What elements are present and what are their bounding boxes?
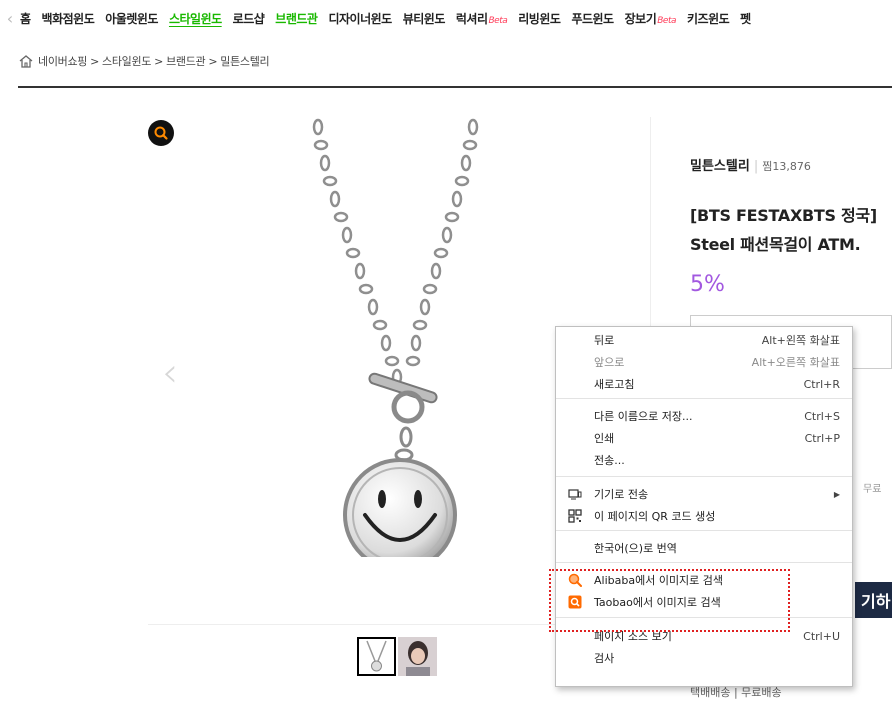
- purchase-button[interactable]: 기하: [855, 582, 892, 618]
- context-menu-shortcut: Ctrl+R: [803, 377, 840, 391]
- brand-favorite-count[interactable]: 찜13,876: [762, 160, 811, 173]
- nav-item[interactable]: 홈: [20, 10, 31, 27]
- breadcrumb-item[interactable]: 네이버쇼핑: [38, 55, 87, 68]
- beta-badge: Beta: [488, 15, 508, 26]
- context-menu-separator: [556, 398, 852, 399]
- thumbnail-model-photo[interactable]: [398, 637, 437, 676]
- lens-icon: [154, 126, 168, 140]
- header-divider: [18, 86, 892, 88]
- nav-item-label: 푸드윈도: [571, 11, 614, 26]
- nav-item-label: 아울렛윈도: [105, 11, 158, 26]
- nav-prev-icon[interactable]: ‹: [0, 9, 20, 28]
- nav-item-label: 뷰티윈도: [402, 11, 446, 26]
- breadcrumb-separator: >: [90, 55, 100, 68]
- nav-item-label: 리빙윈도: [518, 11, 561, 26]
- context-menu-item[interactable]: 기기로 전송 ▶: [556, 483, 852, 505]
- product-title-line2: Steel 패션목걸이 ATM.: [690, 235, 861, 254]
- submenu-arrow-icon: ▶: [833, 489, 840, 499]
- breadcrumb-items: 네이버쇼핑 > 스타일윈도 > 브랜드관 > 밀튼스텔리: [38, 53, 270, 69]
- context-menu-label: 뒤로: [594, 334, 615, 347]
- context-menu-separator: [556, 562, 852, 563]
- context-menu-item[interactable]: 뒤로 Alt+왼쪽 화살표: [556, 329, 852, 351]
- nav-item[interactable]: 브랜드관: [275, 10, 318, 27]
- thumbnail-necklace[interactable]: [357, 637, 396, 676]
- context-menu-label: 다른 이름으로 저장...: [594, 410, 693, 423]
- context-menu: 뒤로 Alt+왼쪽 화살표앞으로 Alt+오른쪽 화살표새로고침 Ctrl+R 다른 이…: [555, 326, 853, 687]
- necklace-product-image: [312, 118, 479, 557]
- nav-item[interactable]: 리빙윈도: [518, 10, 561, 27]
- breadcrumb-separator: >: [154, 55, 164, 68]
- nav-item[interactable]: 스타일윈도: [169, 10, 222, 27]
- breadcrumb: 네이버쇼핑 > 스타일윈도 > 브랜드관 > 밀튼스텔리: [18, 53, 270, 69]
- qr-code-icon: [568, 509, 582, 523]
- context-menu-item[interactable]: 이 페이지의 QR 코드 생성: [556, 505, 852, 527]
- context-menu-label: 이 페이지의 QR 코드 생성: [594, 510, 716, 523]
- context-menu-item[interactable]: 다른 이름으로 저장... Ctrl+S: [556, 405, 852, 427]
- benefit-text: 무료: [863, 484, 882, 495]
- home-icon[interactable]: [18, 54, 34, 68]
- nav-item-label: 백화점윈도: [41, 11, 95, 26]
- nav-item[interactable]: 푸드윈도: [571, 10, 614, 27]
- context-menu-label: 앞으로: [594, 356, 625, 369]
- image-prev-arrow-icon[interactable]: ‹: [162, 350, 178, 396]
- breadcrumb-item[interactable]: 스타일윈도: [102, 55, 151, 68]
- nav-item[interactable]: 장보기 Beta: [624, 10, 677, 27]
- nav-item[interactable]: 아울렛윈도: [105, 10, 158, 27]
- nav-item-label: 브랜드관: [275, 11, 318, 26]
- breadcrumb-item[interactable]: 밀튼스텔리: [220, 55, 269, 68]
- context-menu-shortcut: Alt+왼쪽 화살표: [761, 334, 840, 347]
- device-icon: [568, 487, 582, 501]
- nav-item-label: 키즈윈도: [687, 11, 730, 26]
- nav-item[interactable]: 로드샵: [233, 10, 265, 27]
- discount-rate: 5%: [690, 272, 725, 297]
- nav-item[interactable]: 뷰티윈도: [402, 10, 446, 27]
- context-menu-separator: [556, 476, 852, 477]
- image-search-button[interactable]: [148, 120, 174, 146]
- nav-item[interactable]: 디자이너윈도: [328, 10, 392, 27]
- context-menu-label: 기기로 전송: [594, 488, 649, 501]
- context-menu-label: 한국어(으)로 번역: [594, 542, 677, 555]
- context-menu-separator: [556, 530, 852, 531]
- context-menu-label: 검사: [594, 652, 615, 665]
- context-menu-shortcut: Ctrl+U: [803, 629, 840, 643]
- nav-item-label: 펫: [740, 11, 751, 26]
- context-menu-label: 새로고침: [594, 378, 635, 391]
- nav-item-label: 스타일윈도: [168, 11, 222, 26]
- breadcrumb-item[interactable]: 브랜드관: [166, 55, 206, 68]
- context-menu-label: 전송...: [594, 454, 625, 467]
- context-menu-shortcut: Ctrl+S: [804, 409, 840, 423]
- model-photo-image: [398, 637, 437, 676]
- nav-item[interactable]: 백화점윈도: [42, 10, 95, 27]
- brand-info: 밀튼스텔리 | 찜13,876: [690, 155, 811, 174]
- breadcrumb-separator: >: [208, 55, 218, 68]
- nav-item-label: 홈: [20, 11, 31, 26]
- context-menu-item[interactable]: 검사: [556, 647, 852, 669]
- context-menu-item[interactable]: 한국어(으)로 번역: [556, 537, 852, 559]
- context-menu-item[interactable]: 인쇄 Ctrl+P: [556, 427, 852, 449]
- context-menu-shortcut: Ctrl+P: [804, 431, 840, 445]
- top-nav: ‹ 홈 백화점윈도 아울렛윈도 스타일윈도 로드샵 브랜드관 디자이너윈도 뷰티윈도 럭셔리 Be…: [0, 0, 892, 36]
- product-title-line1: [BTS FESTAXBTS 정국]: [690, 206, 877, 225]
- image-search-highlight: [549, 569, 790, 632]
- context-menu-item[interactable]: 전송...: [556, 449, 852, 471]
- context-menu-label: 인쇄: [594, 432, 615, 445]
- necklace-thumbnail-image: [366, 640, 387, 672]
- context-menu-item[interactable]: 새로고침 Ctrl+R: [556, 373, 852, 395]
- context-menu-shortcut: Alt+오른쪽 화살표: [751, 356, 840, 369]
- nav-item[interactable]: 펫: [740, 10, 751, 27]
- brand-separator: |: [753, 159, 759, 174]
- nav-item-label: 장보기: [624, 11, 657, 26]
- nav-item[interactable]: 키즈윈도: [687, 10, 730, 27]
- nav-item-label: 로드샵: [232, 11, 265, 26]
- brand-name[interactable]: 밀튼스텔리: [690, 159, 750, 174]
- context-menu-item: 앞으로 Alt+오른쪽 화살표: [556, 351, 852, 373]
- nav-item-label: 럭셔리: [455, 11, 488, 26]
- beta-badge: Beta: [657, 15, 676, 26]
- nav-item[interactable]: 럭셔리 Beta: [455, 10, 508, 27]
- nav-item-label: 디자이너윈도: [328, 11, 392, 26]
- nav-items: 홈 백화점윈도 아울렛윈도 스타일윈도 로드샵 브랜드관 디자이너윈도 뷰티윈도 럭셔리 Beta…: [20, 10, 762, 27]
